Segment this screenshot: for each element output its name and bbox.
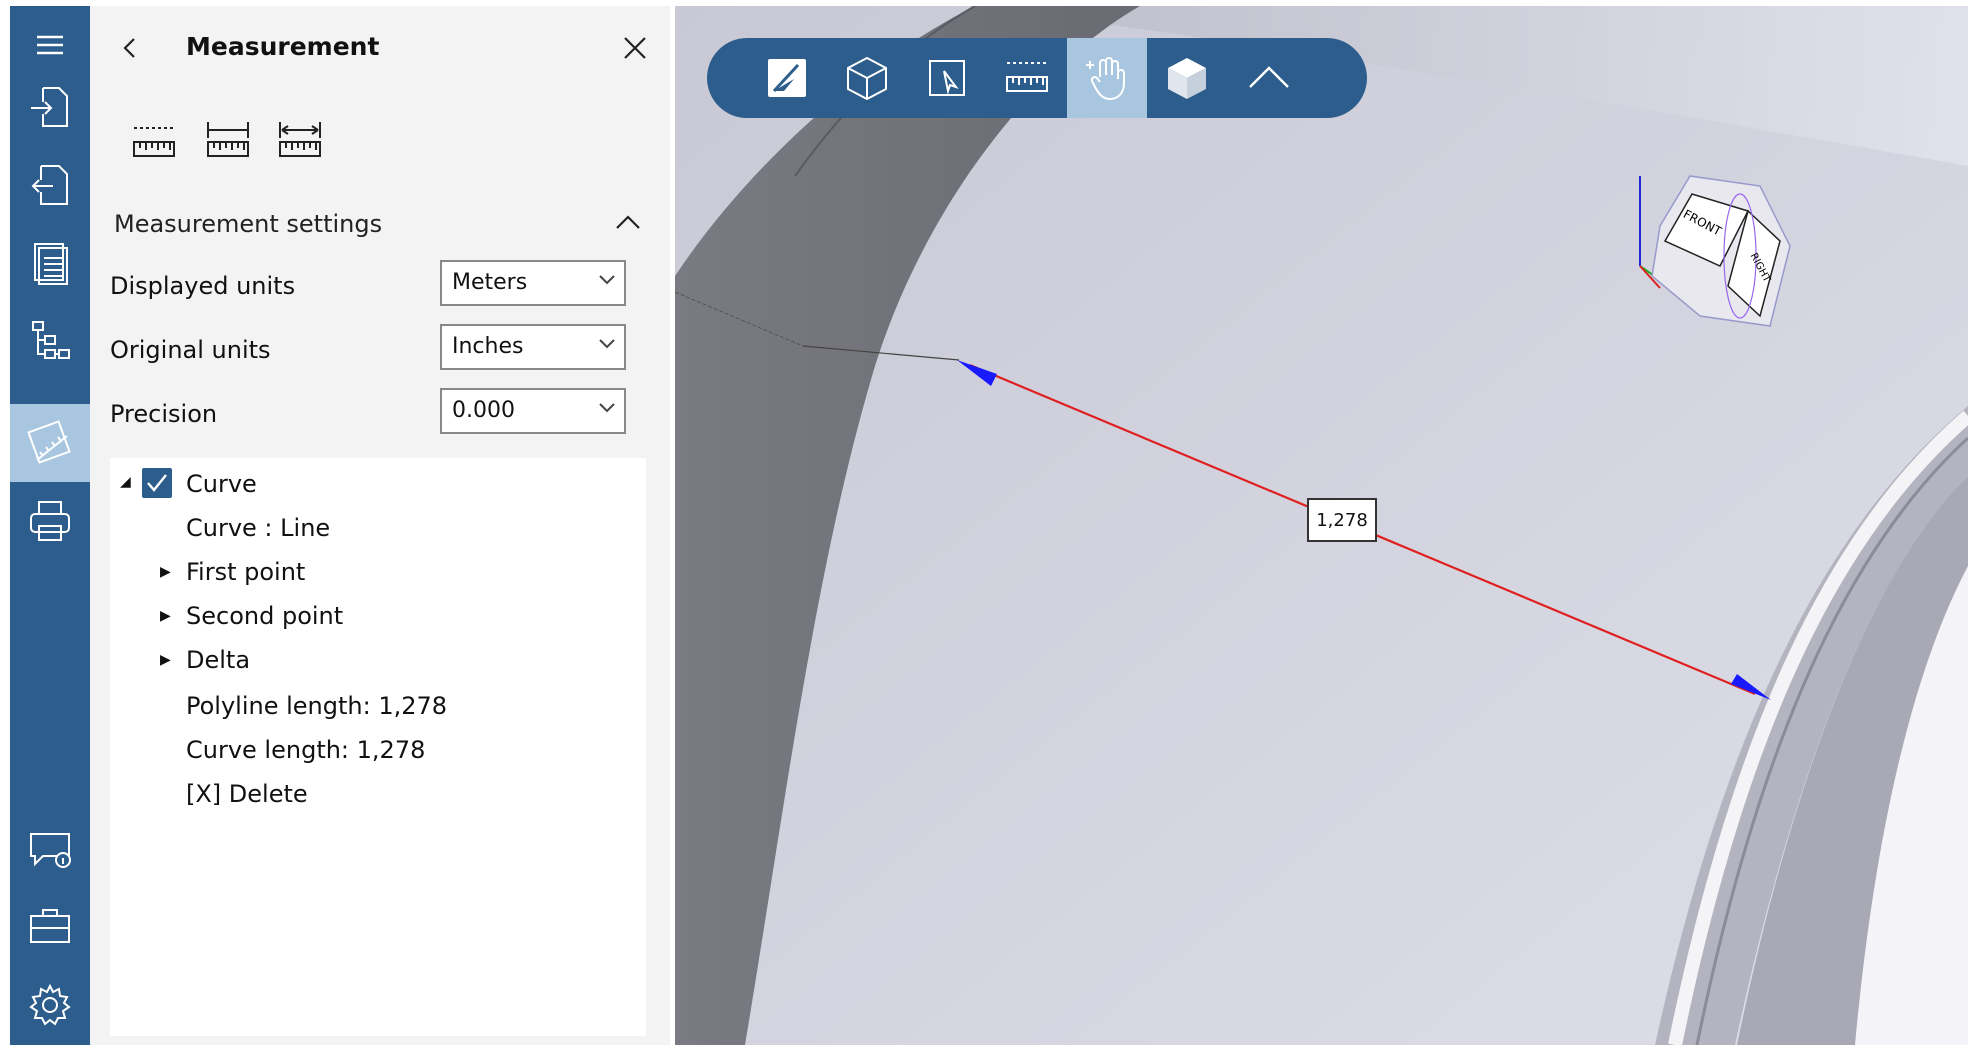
documents-button[interactable]	[10, 224, 90, 302]
measurement-icon	[27, 420, 71, 464]
export-icon	[31, 165, 68, 205]
wireframe-cube-icon	[847, 56, 887, 101]
menu-icon	[37, 35, 63, 55]
toolbox-icon	[30, 909, 70, 943]
curve-checkbox[interactable]	[142, 468, 172, 498]
solid-cube-icon	[1168, 58, 1206, 99]
settings-section-title: Measurement settings	[114, 210, 383, 238]
measurement-value-label: 1,278	[1307, 498, 1377, 542]
tree-item-first-point[interactable]: First point	[186, 558, 305, 586]
pan-button[interactable]	[1067, 38, 1147, 118]
expand-arrow-icon[interactable]: ▶	[160, 608, 171, 624]
collapse-toolbar-button[interactable]	[1229, 38, 1309, 118]
precision-label: Precision	[110, 400, 218, 428]
ruler-arrows-icon	[279, 122, 321, 157]
chevron-down-icon	[599, 403, 615, 413]
print-button[interactable]	[10, 482, 90, 560]
collapse-arrow-icon[interactable]: ◢	[120, 474, 131, 490]
close-button[interactable]	[615, 28, 655, 68]
collapse-icon	[1249, 66, 1289, 88]
section-button[interactable]	[747, 38, 827, 118]
panel-header: Measurement	[90, 6, 670, 86]
delete-measurement-link[interactable]: [X] Delete	[186, 780, 308, 808]
tree-root-curve[interactable]: Curve	[186, 470, 257, 498]
section-icon	[768, 59, 806, 97]
print-icon	[30, 501, 70, 541]
feedback-icon	[30, 833, 71, 868]
select-icon	[929, 60, 965, 96]
displayed-units-select[interactable]: Meters	[440, 260, 626, 306]
precision-value: 0.000	[452, 398, 515, 423]
toolbox-button[interactable]	[10, 888, 90, 966]
original-units-value: Inches	[452, 334, 524, 359]
app-rail	[10, 6, 90, 1045]
settings-button[interactable]	[10, 966, 90, 1044]
settings-icon	[29, 983, 71, 1026]
feedback-button[interactable]	[10, 810, 90, 888]
precision-select[interactable]: 0.000	[440, 388, 626, 434]
tree-item-curve-type: Curve : Line	[186, 514, 331, 542]
tree-item-polyline-length: Polyline length: 1,278	[186, 692, 448, 720]
close-icon	[624, 37, 646, 59]
checkmark-icon	[147, 474, 167, 492]
dimension-tool[interactable]	[276, 118, 324, 166]
document-icon	[34, 243, 68, 285]
solid-view-button[interactable]	[1147, 38, 1227, 118]
original-units-select[interactable]: Inches	[440, 324, 626, 370]
ruler-icon	[1006, 62, 1048, 92]
chevron-up-icon	[616, 215, 640, 229]
ruler-bracket-icon	[207, 122, 249, 157]
expand-arrow-icon[interactable]: ▶	[160, 652, 171, 668]
measure-tool-button[interactable]	[987, 38, 1067, 118]
tree-item-second-point[interactable]: Second point	[186, 602, 343, 630]
displayed-units-label: Displayed units	[110, 272, 296, 300]
expand-arrow-icon[interactable]: ▶	[160, 564, 171, 580]
wireframe-button[interactable]	[827, 38, 907, 118]
hierarchy-button[interactable]	[10, 302, 90, 380]
original-units-label: Original units	[110, 336, 271, 364]
hierarchy-icon	[32, 321, 70, 359]
edge-distance-tool[interactable]	[204, 118, 252, 166]
measurement-button[interactable]	[10, 404, 90, 482]
tree-item-curve-length: Curve length: 1,278	[186, 736, 426, 764]
measurement-panel: Measurement Measurement settings Display…	[90, 6, 670, 1045]
select-button[interactable]	[907, 38, 987, 118]
view-toolbar	[707, 38, 1367, 118]
chevron-down-icon	[599, 275, 615, 285]
export-button[interactable]	[10, 146, 90, 224]
back-button[interactable]	[110, 28, 150, 68]
tree-item-delta[interactable]: Delta	[186, 646, 250, 674]
measurement-tree: ◢ Curve Curve : Line ▶ First point ▶ Sec…	[110, 458, 646, 1036]
panel-title: Measurement	[186, 32, 380, 61]
point-distance-tool[interactable]	[130, 118, 178, 166]
import-button[interactable]	[10, 68, 90, 146]
chevron-down-icon	[599, 339, 615, 349]
3d-viewport[interactable]: FRONT RIGHT 1,278	[675, 6, 1968, 1045]
import-icon	[31, 87, 68, 127]
ruler-dotted-icon	[133, 127, 175, 157]
chevron-left-icon	[123, 38, 135, 58]
displayed-units-value: Meters	[452, 270, 528, 295]
pan-hand-icon	[1086, 57, 1125, 101]
collapse-settings-button[interactable]	[610, 204, 646, 240]
